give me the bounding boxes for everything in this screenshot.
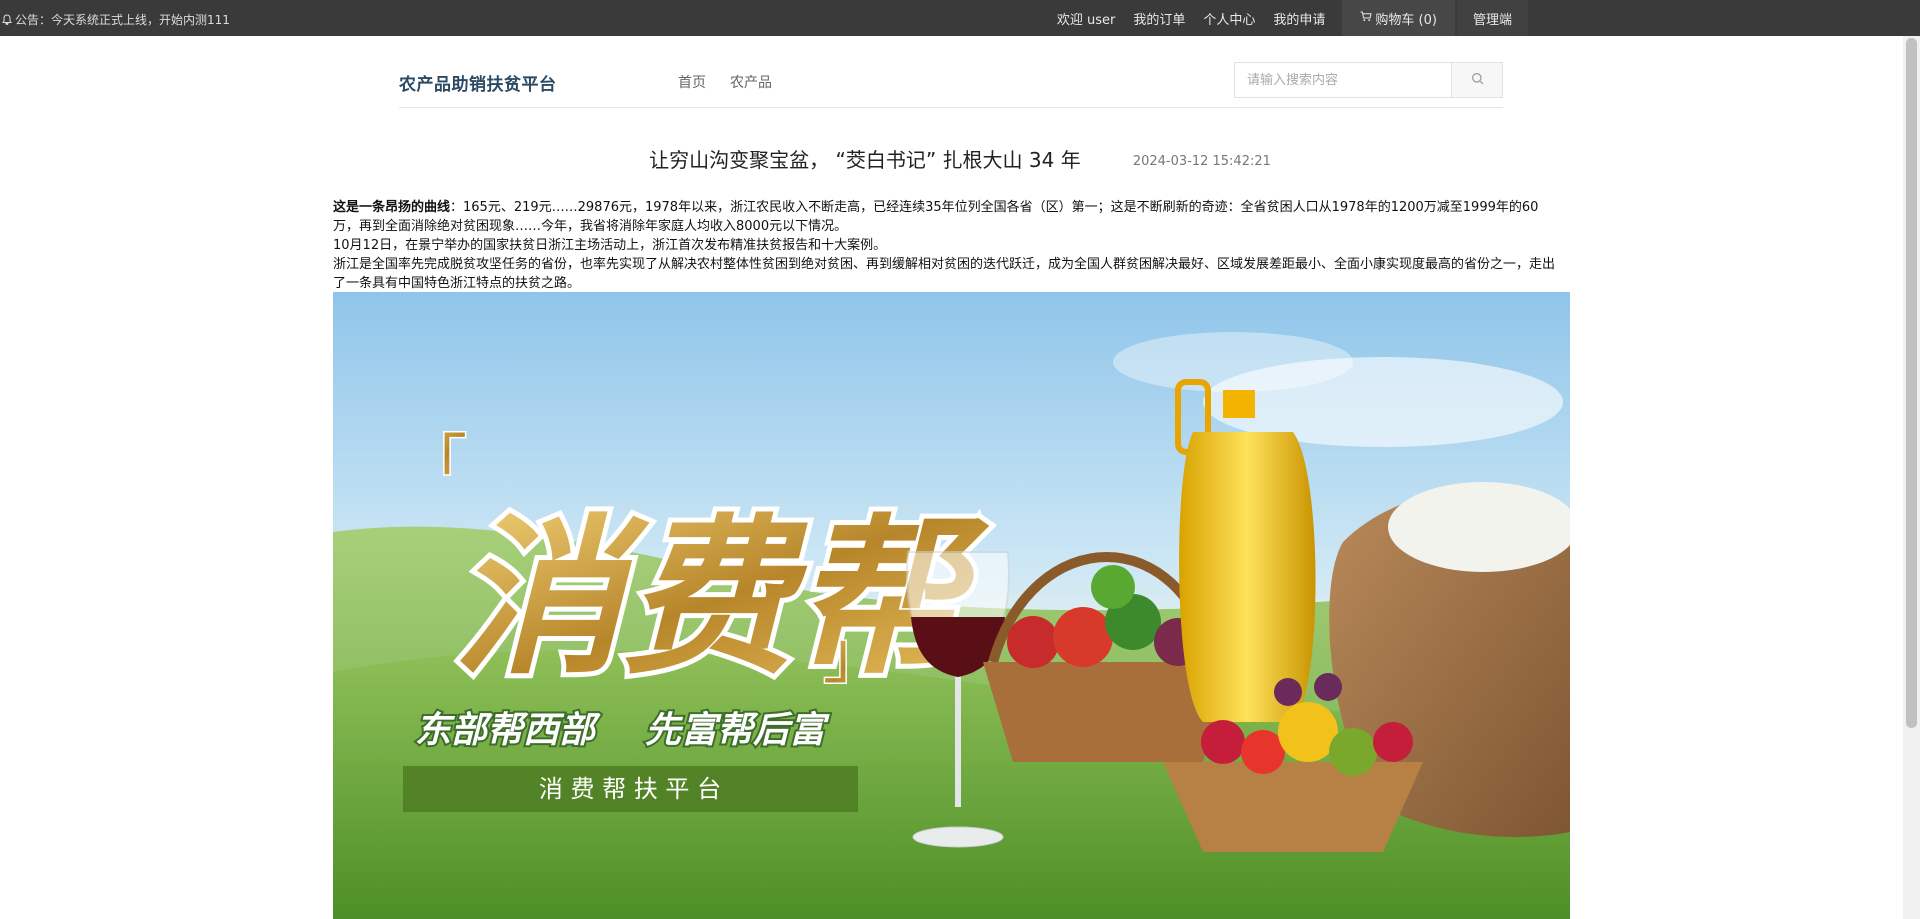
my-orders-link[interactable]: 我的订单 [1124, 9, 1194, 28]
search-button[interactable] [1451, 62, 1503, 98]
personal-center-link[interactable]: 个人中心 [1194, 9, 1264, 28]
top-bar: 公告：今天系统正式上线，开始内测111 欢迎 user 我的订单 个人中心 我的… [0, 0, 1920, 36]
article-paragraph-2: 10月12日，在景宁举办的国家扶贫日浙江主场活动上，浙江首次发布精准扶贫报告和十… [333, 238, 887, 253]
cart-label: 购物车 (0) [1375, 12, 1437, 28]
announcement: 公告：今天系统正式上线，开始内测111 [2, 11, 230, 28]
nav-home[interactable]: 首页 [678, 72, 706, 92]
article-header: 让穷山沟变聚宝盆， “茭白书记” 扎根大山 34 年 2024-03-12 15… [0, 144, 1920, 173]
article-lead-text: ：165元、219元……29876元，1978年以来，浙江农民收入不断走高，已经… [333, 200, 1539, 234]
search-box [1234, 62, 1503, 98]
announcement-text: 公告：今天系统正式上线，开始内测111 [15, 13, 230, 27]
banner-subtitle: 消 费 帮 扶 平 台 [539, 775, 721, 803]
cart-icon [1360, 11, 1375, 26]
site-header: 农产品助销扶贫平台 首页 农产品 [399, 60, 1503, 108]
article-paragraph-3: 浙江是全国率先完成脱贫攻坚任务的省份，也率先实现了从解决农村整体性贫困到绝对贫困… [333, 257, 1556, 291]
article-paragraph-1: 这是一条昂扬的曲线：165元、219元……29876元，1978年以来，浙江农民… [333, 198, 1563, 236]
site-logo[interactable]: 农产品助销扶贫平台 [399, 70, 557, 95]
nav-products[interactable]: 农产品 [730, 72, 772, 92]
search-input[interactable] [1234, 62, 1452, 98]
article-content: 这是一条昂扬的曲线：165元、219元……29876元，1978年以来，浙江农民… [333, 198, 1563, 293]
banner-slogan-right: 先富帮后富 [645, 710, 830, 751]
page-scrollbar[interactable] [1903, 36, 1920, 919]
cart-button[interactable]: 购物车 (0) [1342, 0, 1455, 36]
scrollbar-thumb[interactable] [1906, 38, 1917, 728]
banner-slogan-left: 东部帮西部 [415, 710, 601, 751]
article-lead-bold: 这是一条昂扬的曲线 [333, 200, 451, 215]
bell-icon [2, 14, 12, 25]
svg-text:」: 」 [823, 620, 887, 691]
article-title: 让穷山沟变聚宝盆， “茭白书记” 扎根大山 34 年 [649, 148, 1081, 172]
welcome-user-link[interactable]: 欢迎 user [1048, 9, 1125, 28]
article-date: 2024-03-12 15:42:21 [1132, 154, 1271, 169]
admin-link[interactable]: 管理端 [1456, 0, 1528, 36]
main-nav: 首页 农产品 [678, 72, 772, 92]
svg-text:「: 「 [403, 430, 467, 501]
search-icon [1471, 72, 1484, 88]
article-banner-image: 「 消费帮 」 东部帮西部 先富帮后富 消 费 帮 扶 平 台 [333, 292, 1570, 919]
user-nav: 欢迎 user 我的订单 个人中心 我的申请 购物车 (0) 管理端 [1048, 0, 1528, 36]
my-applications-link[interactable]: 我的申请 [1264, 9, 1334, 28]
